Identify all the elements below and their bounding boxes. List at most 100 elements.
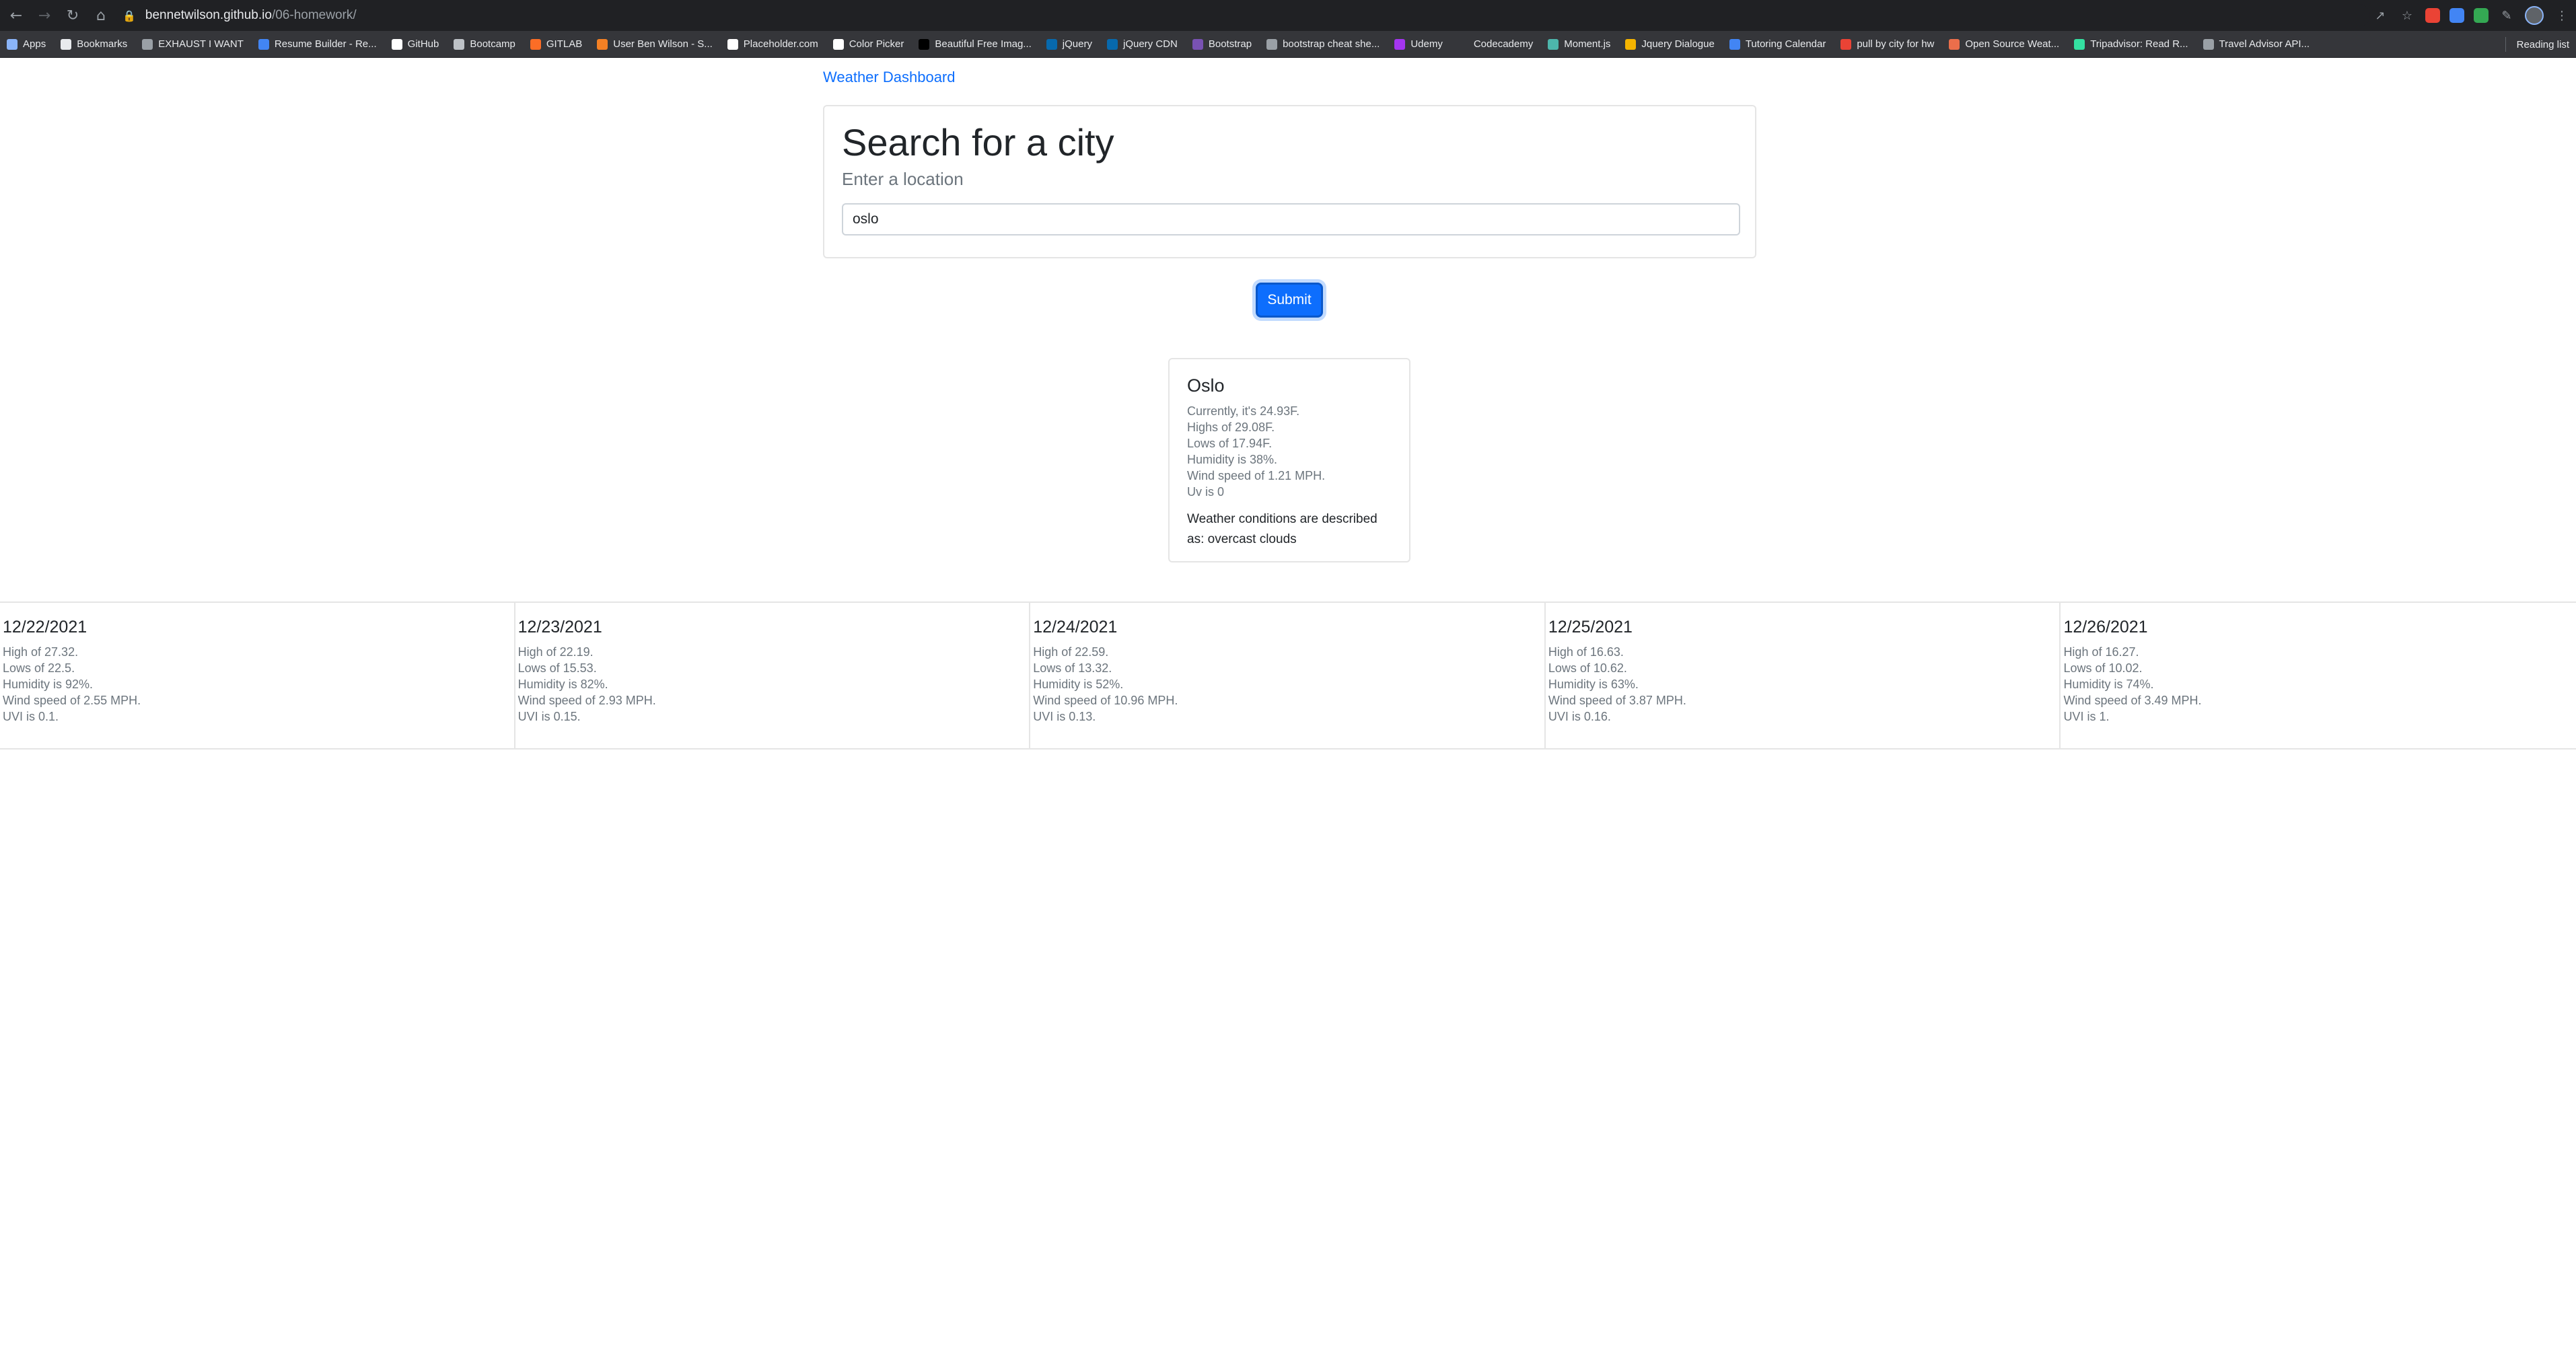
forecast-date: 12/23/2021: [517, 618, 602, 636]
forecast-line: Lows of 13.32.: [1033, 661, 1112, 675]
reading-list-divider: [2505, 37, 2506, 52]
forecast-line: UVI is 0.15.: [517, 710, 581, 723]
forecast-line: Lows of 10.02.: [2063, 661, 2143, 675]
star-icon[interactable]: ☆: [2398, 7, 2416, 24]
bookmark-label: Color Picker: [849, 38, 904, 50]
menu-icon[interactable]: ⋮: [2553, 7, 2571, 24]
bookmark-item[interactable]: Bookmarks: [61, 38, 127, 50]
bookmark-label: Moment.js: [1564, 38, 1611, 50]
share-icon[interactable]: ↗: [2371, 7, 2389, 24]
bookmark-label: GitHub: [407, 38, 439, 50]
search-subtitle: Enter a location: [842, 169, 964, 190]
bookmark-label: Bootstrap: [1208, 38, 1252, 50]
reading-list-label: Reading list: [2516, 38, 2569, 50]
forecast-line: Lows of 22.5.: [3, 661, 75, 675]
bookmark-label: pull by city for hw: [1857, 38, 1935, 50]
forecast-line: Wind speed of 3.87 MPH.: [1548, 694, 1686, 707]
bookmark-item[interactable]: Resume Builder - Re...: [258, 38, 377, 50]
submit-button[interactable]: Submit: [1256, 283, 1323, 318]
bookmark-label: Jquery Dialogue: [1641, 38, 1715, 50]
forecast-line: High of 22.19.: [517, 645, 594, 659]
url-host: bennetwilson.github.io: [145, 8, 272, 22]
bookmark-label: GITLAB: [546, 38, 583, 50]
forecast-date: 12/22/2021: [3, 618, 87, 636]
bookmark-label: Placeholder.com: [743, 38, 818, 50]
forecast-card: 12/23/2021 High of 22.19. Lows of 15.53.…: [515, 603, 1031, 748]
bookmark-item[interactable]: Udemy: [1394, 38, 1443, 50]
forecast-line: Wind speed of 2.93 MPH.: [517, 694, 656, 707]
bookmark-item[interactable]: bootstrap cheat she...: [1266, 38, 1380, 50]
bookmark-item[interactable]: Bootcamp: [454, 38, 515, 50]
bookmark-item[interactable]: GitHub: [391, 38, 439, 50]
current-line: Lows of 17.94F.: [1187, 437, 1273, 450]
forecast-date: 12/24/2021: [1033, 618, 1118, 636]
bookmark-item[interactable]: Apps: [7, 38, 46, 50]
weather-dashboard-link[interactable]: Weather Dashboard: [823, 69, 956, 86]
browser-toolbar: ← → ↻ ⌂ 🔒 bennetwilson.github.io/06-home…: [0, 0, 2576, 31]
bookmark-item[interactable]: Open Source Weat...: [1949, 38, 2059, 50]
bookmark-label: EXHAUST I WANT: [158, 38, 244, 50]
forecast-date: 12/25/2021: [1548, 618, 1633, 636]
forecast-row: 12/22/2021 High of 27.32. Lows of 22.5. …: [0, 601, 2576, 750]
bookmark-item[interactable]: GITLAB: [530, 38, 582, 50]
home-icon[interactable]: ⌂: [89, 3, 113, 28]
forecast-line: Lows of 10.62.: [1548, 661, 1627, 675]
bookmark-favicon-icon: [2074, 38, 2085, 50]
lock-icon: 🔒: [122, 9, 136, 22]
bookmark-item[interactable]: jQuery: [1046, 38, 1092, 50]
bookmark-item[interactable]: Placeholder.com: [727, 38, 818, 50]
reload-icon[interactable]: ↻: [61, 3, 85, 28]
forward-icon[interactable]: →: [32, 3, 57, 28]
bookmark-favicon-icon: [2203, 38, 2214, 50]
bookmark-item[interactable]: pull by city for hw: [1840, 38, 1934, 50]
forecast-line: Wind speed of 2.55 MPH.: [3, 694, 141, 707]
bookmark-item[interactable]: Color Picker: [832, 38, 904, 50]
bookmark-favicon-icon: [1840, 38, 1852, 50]
extension-icon-red[interactable]: [2425, 8, 2440, 23]
forecast-card: 12/24/2021 High of 22.59. Lows of 13.32.…: [1030, 603, 1546, 748]
bookmark-item[interactable]: Travel Advisor API...: [2203, 38, 2310, 50]
bookmark-favicon-icon: [142, 38, 153, 50]
bookmark-item[interactable]: Jquery Dialogue: [1625, 38, 1715, 50]
bookmark-favicon-icon: [1394, 38, 1406, 50]
bookmark-favicon-icon: [597, 38, 608, 50]
bookmark-item[interactable]: User Ben Wilson - S...: [597, 38, 713, 50]
forecast-line: Humidity is 92%.: [3, 678, 94, 691]
bookmark-favicon-icon: [919, 38, 930, 50]
city-search-input[interactable]: [842, 203, 1740, 236]
bookmark-item[interactable]: Bootstrap: [1192, 38, 1252, 50]
reading-list-button[interactable]: Reading list: [2505, 31, 2569, 58]
bookmark-favicon-icon: [530, 38, 541, 50]
bookmark-favicon-icon: [1266, 38, 1278, 50]
profile-avatar[interactable]: [2525, 6, 2544, 25]
back-icon[interactable]: ←: [4, 3, 28, 28]
bookmark-item[interactable]: Beautiful Free Imag...: [919, 38, 1032, 50]
bookmark-item[interactable]: Codecademy: [1457, 38, 1533, 50]
bookmark-favicon-icon: [61, 38, 72, 50]
bookmark-favicon-icon: [832, 38, 844, 50]
extension-icon-green[interactable]: [2474, 8, 2489, 23]
current-line: Wind speed of 1.21 MPH.: [1187, 469, 1326, 482]
address-bar[interactable]: 🔒 bennetwilson.github.io/06-homework/: [116, 4, 2370, 27]
bookmark-label: Tripadvisor: Read R...: [2090, 38, 2188, 50]
bookmark-favicon-icon: [727, 38, 738, 50]
puzzle-icon[interactable]: ✎: [2498, 7, 2515, 24]
bookmark-item[interactable]: Tutoring Calendar: [1729, 38, 1826, 50]
forecast-line: Wind speed of 10.96 MPH.: [1033, 694, 1178, 707]
bookmarks-list: Apps Bookmarks EXHAUST I WANT Resume Builde…: [7, 38, 2324, 50]
bookmark-favicon-icon: [1548, 38, 1559, 50]
bookmark-item[interactable]: EXHAUST I WANT: [142, 38, 244, 50]
bookmark-item[interactable]: Moment.js: [1548, 38, 1610, 50]
forecast-card: 12/22/2021 High of 27.32. Lows of 22.5. …: [0, 603, 515, 748]
bookmark-item[interactable]: jQuery CDN: [1106, 38, 1178, 50]
forecast-line: Lows of 15.53.: [517, 661, 597, 675]
bookmark-label: Resume Builder - Re...: [274, 38, 377, 50]
bookmark-label: Open Source Weat...: [1965, 38, 2060, 50]
forecast-line: UVI is 1.: [2063, 710, 2110, 723]
forecast-date: 12/26/2021: [2063, 618, 2148, 636]
bookmark-favicon-icon: [1729, 38, 1740, 50]
current-line: Currently, it's 24.93F.: [1187, 404, 1300, 418]
bookmark-item[interactable]: Tripadvisor: Read R...: [2074, 38, 2188, 50]
bookmark-favicon-icon: [391, 38, 402, 50]
extension-icon-blue[interactable]: [2449, 8, 2464, 23]
